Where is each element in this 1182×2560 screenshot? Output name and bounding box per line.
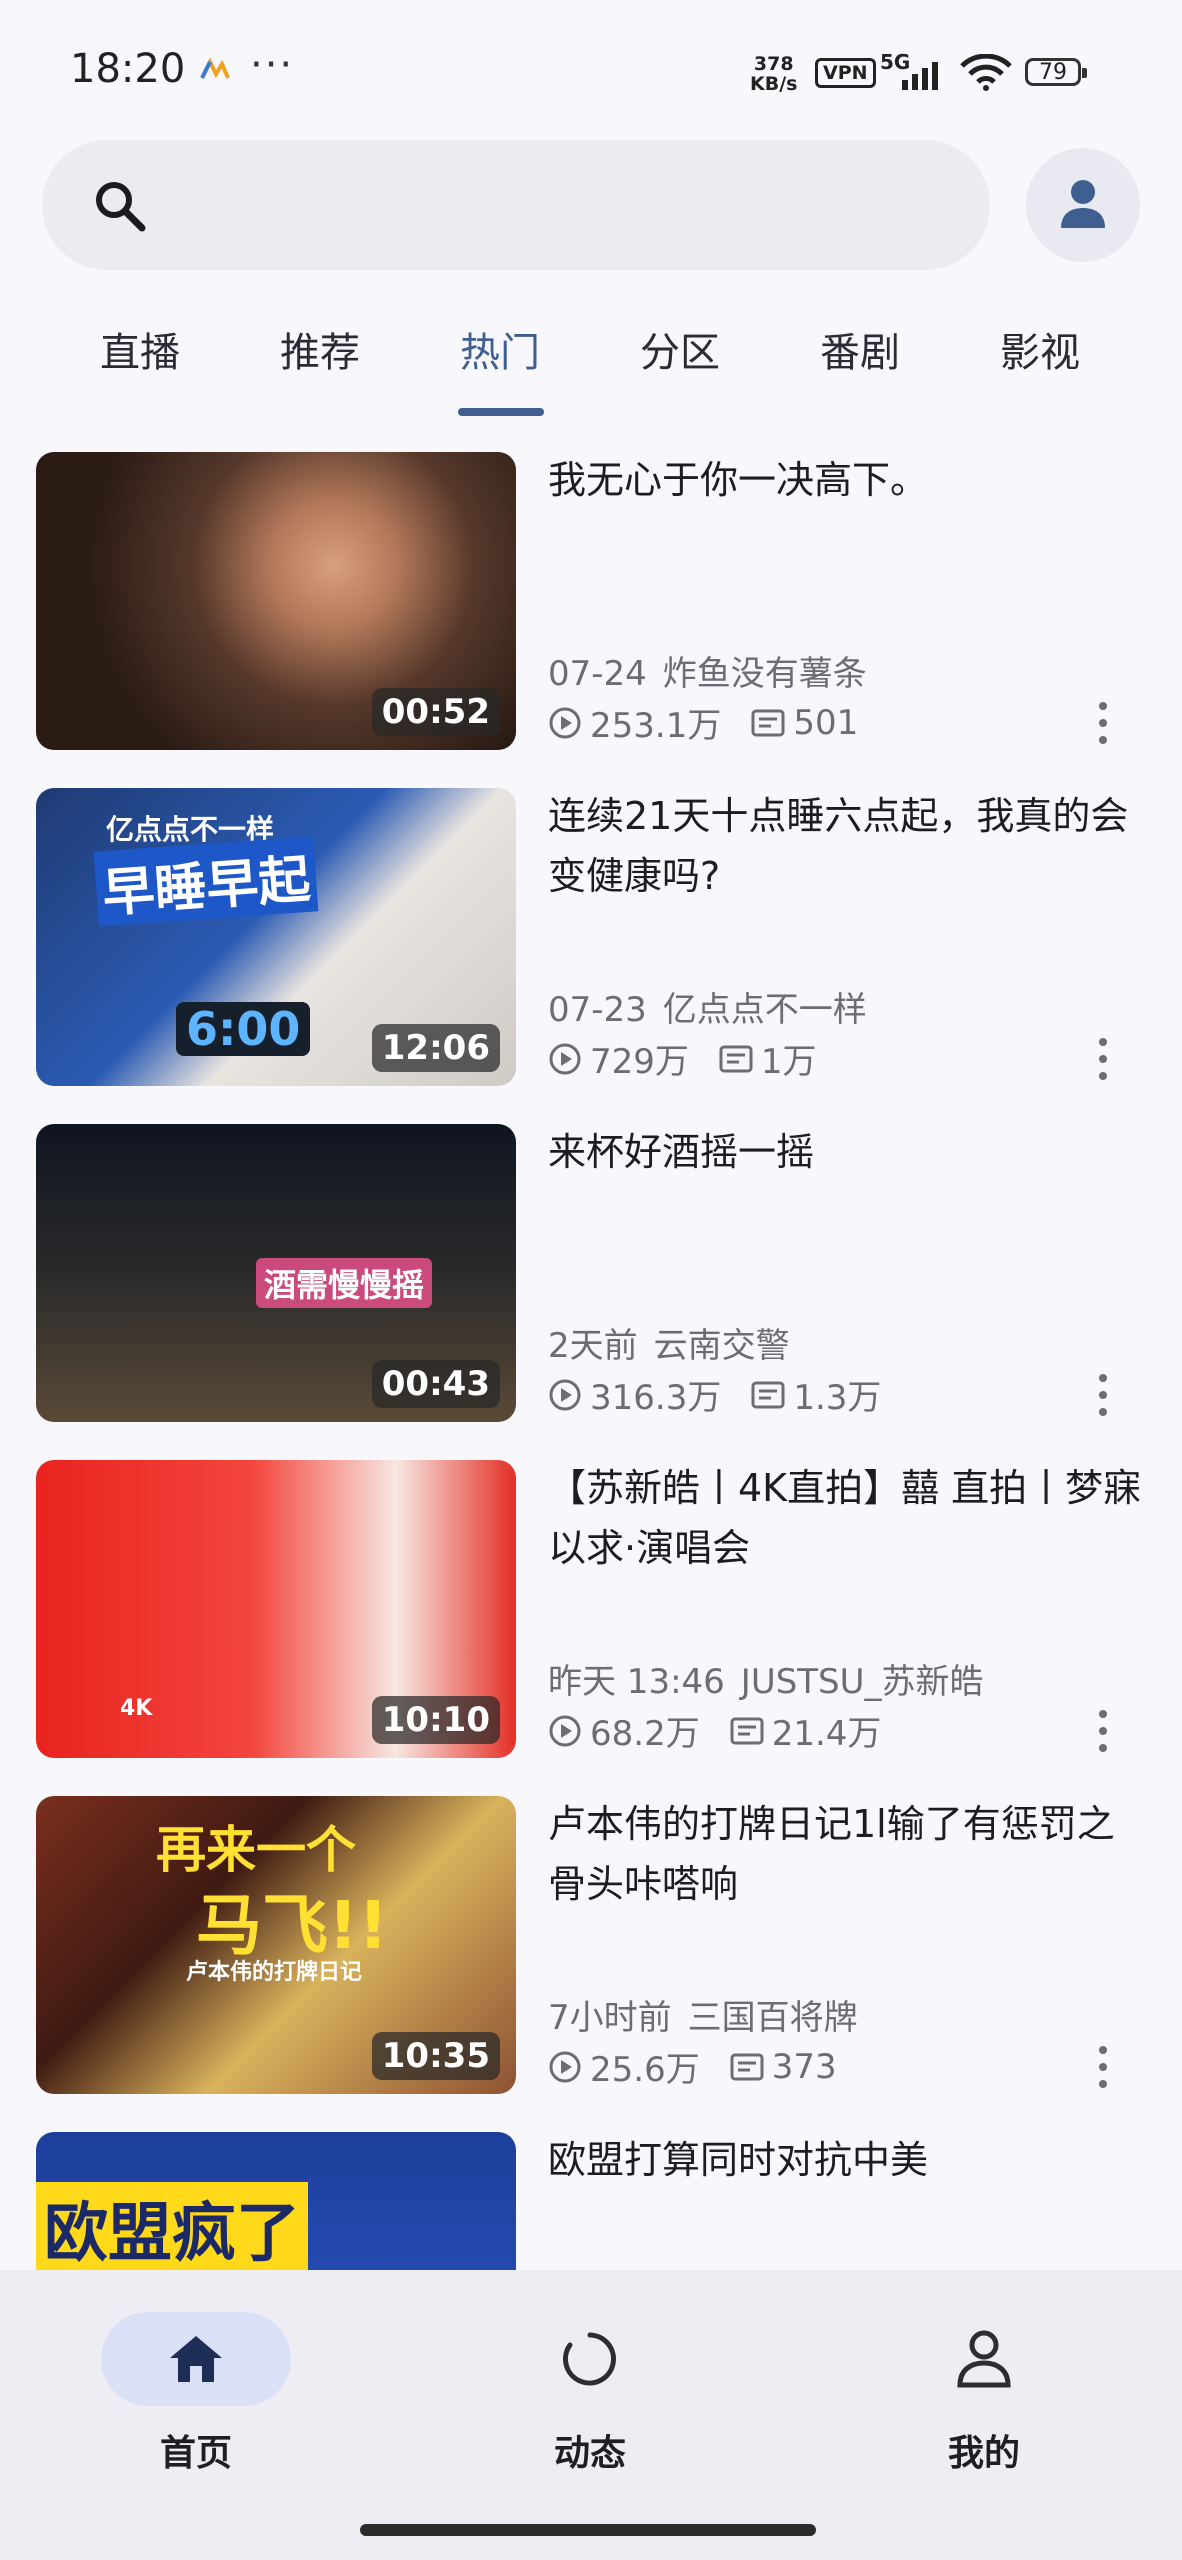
danmaku-icon — [751, 1381, 785, 1408]
play-count-icon — [549, 1043, 581, 1074]
video-item[interactable]: 4K 10:10 【苏新皓丨4K直拍】囍 直拍丨梦寐以求·演唱会 昨天 13:4… — [0, 1458, 1182, 1758]
more-options-icon[interactable] — [1088, 698, 1118, 748]
video-meta: 7小时前 三国百将牌 — [548, 1990, 858, 2039]
danmaku-count: 501 — [793, 702, 859, 743]
user-avatar-button[interactable] — [1026, 148, 1140, 262]
tab-anime[interactable]: 番剧 — [780, 320, 940, 378]
video-duration: 10:10 — [371, 1696, 500, 1744]
play-count-icon — [549, 707, 581, 738]
video-stats: 25.6万 373 — [548, 2042, 837, 2091]
danmaku-count: 1.3万 — [793, 1378, 882, 1418]
video-author: 三国百将牌 — [687, 1998, 858, 2038]
play-count-icon — [549, 1715, 581, 1746]
tab-partition[interactable]: 分区 — [600, 320, 760, 378]
network-speed: 378 KB/s — [750, 53, 798, 95]
bottom-navigation: 首页 动态 我的 — [0, 2270, 1182, 2560]
danmaku-icon — [751, 709, 785, 736]
video-title[interactable]: 欧盟打算同时对抗中美 — [548, 2130, 1148, 2190]
video-date: 07-24 — [548, 654, 647, 694]
status-bar: 18:20 ··· 378 KB/s VPN 5G 79 — [0, 0, 1182, 140]
video-thumbnail[interactable]: 再来一个 马飞!! 卢本伟的打牌日记 10:35 — [36, 1796, 516, 2094]
view-count: 253.1万 — [590, 706, 722, 746]
battery-indicator: 79 — [1025, 58, 1087, 86]
danmaku-count: 21.4万 — [771, 1714, 882, 1754]
home-icon — [170, 2336, 222, 2382]
video-meta: 2天前 云南交警 — [548, 1318, 790, 1367]
signal-icon — [902, 62, 938, 90]
video-date: 2天前 — [548, 1326, 638, 1366]
video-title[interactable]: 【苏新皓丨4K直拍】囍 直拍丨梦寐以求·演唱会 — [548, 1458, 1148, 1578]
video-duration: 10:35 — [371, 2032, 500, 2080]
video-stats: 253.1万 501 — [548, 698, 858, 747]
view-count: 68.2万 — [590, 1714, 700, 1754]
user-icon — [1061, 180, 1105, 228]
video-date: 07-23 — [548, 990, 647, 1030]
view-count: 25.6万 — [590, 2050, 700, 2090]
video-author: 炸鱼没有薯条 — [662, 654, 867, 694]
video-item[interactable]: 亿点点不一样 早睡早起 6:00 12:06 连续21天十点睡六点起，我真的会变… — [0, 786, 1182, 1086]
tab-film[interactable]: 影视 — [960, 320, 1120, 378]
status-more: ··· — [250, 42, 295, 88]
video-stats: 316.3万 1.3万 — [548, 1370, 881, 1419]
more-options-icon[interactable] — [1088, 1370, 1118, 1420]
active-tab-indicator — [458, 408, 544, 416]
search-bar[interactable] — [42, 140, 990, 270]
video-date: 7小时前 — [548, 1998, 672, 2038]
video-meta: 昨天 13:46 JUSTSU_苏新皓 — [548, 1654, 984, 1703]
profile-icon — [957, 2330, 1011, 2388]
app-notification-icon — [200, 58, 230, 79]
video-duration: 12:06 — [371, 1024, 500, 1072]
video-date: 昨天 13:46 — [548, 1662, 725, 1702]
video-thumbnail[interactable]: 酒需慢慢摇 00:43 — [36, 1124, 516, 1422]
video-item[interactable]: 酒需慢慢摇 00:43 来杯好酒摇一摇 2天前 云南交警 316.3万 1.3万 — [0, 1122, 1182, 1422]
more-options-icon[interactable] — [1088, 2042, 1118, 2092]
video-title[interactable]: 我无心于你一决高下。 — [548, 450, 1148, 510]
play-count-icon — [549, 2051, 581, 2082]
danmaku-icon — [730, 2053, 764, 2080]
tab-hot[interactable]: 热门 — [420, 320, 580, 378]
video-item[interactable]: 再来一个 马飞!! 卢本伟的打牌日记 10:35 卢本伟的打牌日记1l输了有惩罚… — [0, 1794, 1182, 2094]
video-duration: 00:43 — [371, 1360, 500, 1408]
danmaku-count: 1万 — [760, 1042, 817, 1082]
video-stats: 729万 1万 — [548, 1034, 817, 1083]
view-count: 316.3万 — [590, 1378, 722, 1418]
activity-icon — [563, 2332, 616, 2386]
video-author: 云南交警 — [653, 1326, 790, 1366]
video-title[interactable]: 连续21天十点睡六点起，我真的会变健康吗? — [548, 786, 1148, 906]
video-duration: 00:52 — [371, 688, 500, 736]
more-options-icon[interactable] — [1088, 1034, 1118, 1084]
wifi-icon — [960, 54, 1012, 91]
category-tabs: 直播 推荐 热门 分区 番剧 影视 — [0, 300, 1182, 420]
home-indicator[interactable] — [360, 2524, 816, 2536]
video-meta: 07-24 炸鱼没有薯条 — [548, 646, 867, 695]
video-thumbnail[interactable]: 00:52 — [36, 452, 516, 750]
nav-activity[interactable]: 动态 — [490, 2312, 690, 2476]
search-icon — [96, 182, 146, 232]
view-count: 729万 — [590, 1042, 689, 1082]
video-item[interactable]: 00:52 我无心于你一决高下。 07-24 炸鱼没有薯条 253.1万 501 — [0, 450, 1182, 750]
video-thumbnail[interactable]: 欧盟疯了 — [36, 2132, 516, 2270]
vpn-badge: VPN — [815, 58, 876, 88]
play-count-icon — [549, 1379, 581, 1410]
video-thumbnail[interactable]: 亿点点不一样 早睡早起 6:00 12:06 — [36, 788, 516, 1086]
video-stats: 68.2万 21.4万 — [548, 1706, 881, 1755]
nav-home[interactable]: 首页 — [96, 2312, 296, 2476]
video-item[interactable]: 欧盟疯了 欧盟打算同时对抗中美 — [0, 2130, 1182, 2270]
video-list[interactable]: 00:52 我无心于你一决高下。 07-24 炸鱼没有薯条 253.1万 501 … — [0, 450, 1182, 2270]
danmaku-count: 373 — [771, 2046, 837, 2087]
video-title[interactable]: 来杯好酒摇一摇 — [548, 1122, 1148, 1182]
video-title[interactable]: 卢本伟的打牌日记1l输了有惩罚之骨头咔嗒响 — [548, 1794, 1148, 1914]
danmaku-icon — [719, 1045, 753, 1072]
tab-live[interactable]: 直播 — [60, 320, 220, 378]
danmaku-icon — [730, 1717, 764, 1744]
video-thumbnail[interactable]: 4K 10:10 — [36, 1460, 516, 1758]
video-author: 亿点点不一样 — [662, 990, 867, 1030]
video-meta: 07-23 亿点点不一样 — [548, 982, 867, 1031]
video-author: JUSTSU_苏新皓 — [740, 1662, 984, 1702]
tab-recommend[interactable]: 推荐 — [240, 320, 400, 378]
status-time: 18:20 — [70, 46, 186, 92]
nav-profile[interactable]: 我的 — [884, 2312, 1084, 2476]
more-options-icon[interactable] — [1088, 1706, 1118, 1756]
